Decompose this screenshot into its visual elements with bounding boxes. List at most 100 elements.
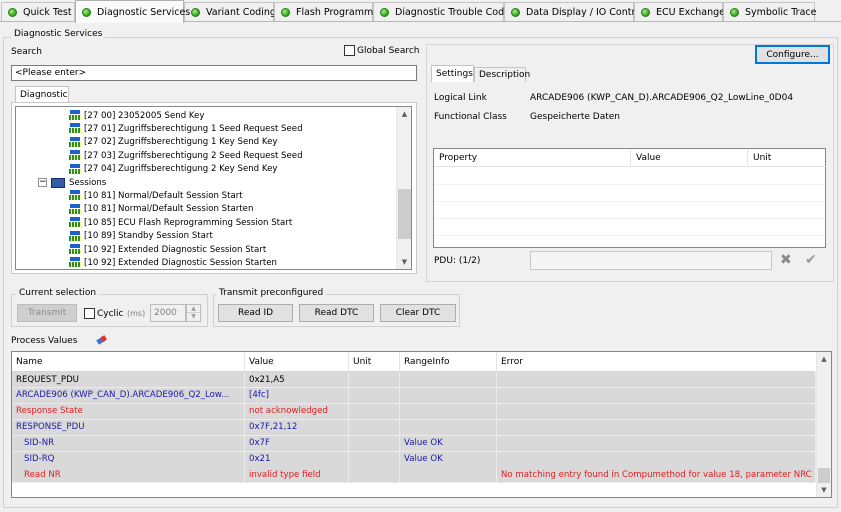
global-search-checkbox[interactable] [344,45,355,56]
scroll-down-icon[interactable]: ▼ [817,483,831,497]
error-cell [497,403,816,419]
service-icon [68,203,82,215]
tree-scroll-thumb[interactable] [398,189,411,239]
property-column-header[interactable]: Property [434,149,631,167]
status-dot-icon [380,7,389,17]
unit-column-header[interactable]: Unit [748,149,826,167]
name-column-header[interactable]: Name [12,352,245,372]
tree-folder[interactable]: − Sessions [38,176,106,189]
spin-down-icon[interactable]: ▼ [187,313,200,321]
cyclic-checkbox[interactable] [84,308,95,319]
tree-item-label: [27 02] Zugriffsberechtigung 1 Key Send … [84,137,278,148]
name-cell: Read NR [12,467,245,483]
table-row[interactable]: SID-RQ 0x21 Value OK [12,451,816,468]
discard-icon[interactable]: ✖ [780,252,794,268]
service-tree[interactable]: [27 00] 23052005 Send Key [27 01] Zugriff… [15,106,412,270]
status-dot-icon [191,7,200,17]
search-input[interactable]: <Please enter> [11,65,417,81]
name-cell: Response State [12,403,245,419]
grid-scrollbar[interactable]: ▲ ▼ [816,352,831,497]
tab-variant-coding[interactable]: Variant Coding [184,2,276,21]
unit-cell [349,467,400,483]
status-dot-icon [641,7,650,17]
error-cell [497,451,816,467]
service-icon [68,150,82,161]
collapse-icon[interactable]: − [38,178,47,187]
table-row[interactable]: Response State not acknowledged [12,403,816,420]
tree-item[interactable]: [10 92] Extended Diagnostic Session Star… [68,256,277,269]
clear-dtc-button[interactable]: Clear DTC [380,304,456,322]
rangeinfo-cell [400,467,497,483]
property-table[interactable]: Property Value Unit [433,148,826,248]
interval-spinner[interactable]: ▲ ▼ [186,304,201,322]
tree-item[interactable]: [27 01] Zugriffsberechtigung 1 Seed Requ… [68,122,303,135]
value-cell: 0x21,A5 [245,372,349,387]
scroll-up-icon[interactable]: ▲ [817,352,831,366]
tree-item[interactable]: [27 04] Zugriffsberechtigung 2 Key Send … [68,163,277,176]
table-row[interactable]: ARCADE906 (KWP_CAN_D).ARCADE906_Q2_Low..… [12,387,816,404]
error-column-header[interactable]: Error [497,352,815,372]
read-id-button[interactable]: Read ID [218,304,293,322]
tab-diagnostic-trouble-codes[interactable]: Diagnostic Trouble Codes [373,2,515,21]
tab-data-display-io-control[interactable]: Data Display / IO Control [504,2,644,21]
tree-item[interactable]: [10 89] Standby Session Start [68,230,213,243]
functional-class-label: Functional Class [434,112,507,122]
tree-item[interactable]: [10 81] Normal/Default Session Start [68,189,243,202]
tab-quick-test[interactable]: Quick Test [1,2,75,21]
folder-icon [51,177,65,188]
value-column-header[interactable]: Value [245,352,349,372]
read-dtc-button[interactable]: Read DTC [299,304,374,322]
tree-item[interactable]: [10 81] Normal/Default Session Starten [68,203,253,216]
panel-title: Diagnostic Services [11,29,106,39]
apply-check-icon[interactable]: ✔ [805,252,819,268]
cycle-interval-input[interactable]: 2000 [150,304,186,322]
tab-diagnostic[interactable]: Diagnostic [15,86,69,103]
name-cell: RESPONSE_PDU [12,419,245,435]
table-row[interactable]: Read NR invalid type field No matching ent… [12,467,816,484]
tab-symbolic-trace[interactable]: Symbolic Trace [723,2,816,21]
tree-item[interactable]: [27 03] Zugriffsberechtigung 2 Seed Requ… [68,149,303,162]
configure-button[interactable]: Configure... [755,45,830,64]
status-dot-icon [511,7,520,17]
value-column-header[interactable]: Value [631,149,748,167]
table-row[interactable]: RESPONSE_PDU 0x7F,21,12 [12,419,816,436]
tab-description[interactable]: Description [474,67,530,82]
process-values-grid[interactable]: Name Value Unit RangeInfo Error REQUEST_… [11,351,832,498]
value-cell: not acknowledged [245,403,349,419]
scroll-down-icon[interactable]: ▼ [397,255,411,269]
table-row[interactable]: REQUEST_PDU 0x21,A5 [12,372,816,388]
tab-settings[interactable]: Settings [431,65,474,82]
tree-item[interactable]: [10 85] ECU Flash Reprogramming Session … [68,216,292,229]
cyclic-label: Cyclic [97,309,124,319]
spin-up-icon[interactable]: ▲ [187,305,200,313]
tree-item-label: [27 03] Zugriffsberechtigung 2 Seed Requ… [84,150,303,161]
scroll-up-icon[interactable]: ▲ [397,107,411,121]
value-cell: 0x21 [245,451,349,467]
value-cell: [4fc] [245,387,349,403]
eraser-icon[interactable] [96,335,108,345]
tree-item[interactable]: [27 00] 23052005 Send Key [68,109,204,122]
tab-flash-programming[interactable]: Flash Programming [274,2,388,21]
transmit-button[interactable]: Transmit [17,304,77,322]
service-icon [68,110,82,121]
unit-cell [349,435,400,451]
tab-ecu-exchange[interactable]: ECU Exchange [634,2,725,21]
pdu-field[interactable] [530,251,772,270]
tree-item[interactable]: [27 02] Zugriffsberechtigung 1 Key Send … [68,136,277,149]
rangeinfo-cell: Value OK [400,451,497,467]
rangeinfo-column-header[interactable]: RangeInfo [400,352,497,372]
tab-diagnostic-services[interactable]: Diagnostic Services [75,0,190,23]
tree-item-label: [10 81] Normal/Default Session Starten [84,204,254,215]
unit-column-header[interactable]: Unit [349,352,400,372]
grid-scroll-thumb[interactable] [818,468,830,483]
main-tab-strip: Quick Test Diagnostic Services Variant C… [0,0,841,23]
tree-item[interactable]: [10 92] Extended Diagnostic Session Star… [68,243,266,256]
tree-item-label: [10 92] Extended Diagnostic Session Star… [84,257,277,268]
tree-scrollbar[interactable]: ▲ ▼ [396,107,411,269]
unit-cell [349,419,400,435]
table-row[interactable]: SID-NR 0x7F Value OK [12,435,816,452]
service-icon [68,123,82,134]
tree-item-label: Sessions [69,177,107,188]
status-dot-icon [8,7,17,17]
rangeinfo-cell [400,419,497,435]
